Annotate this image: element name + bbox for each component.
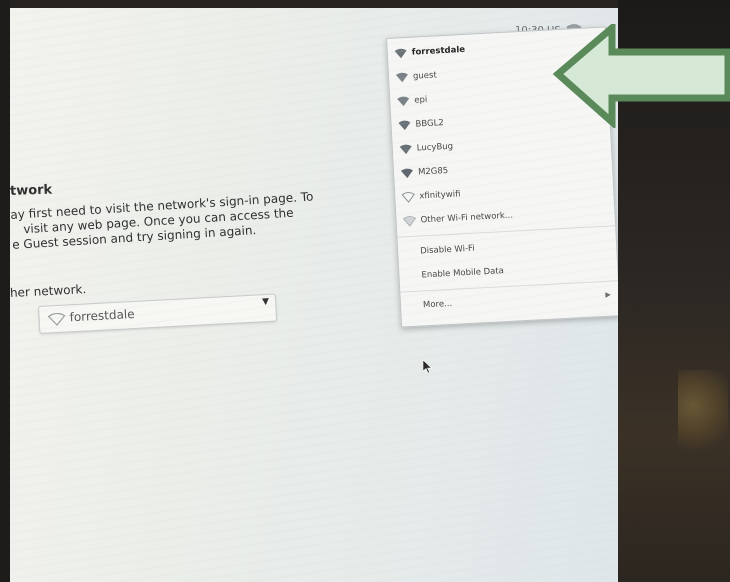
instructions-paragraph: ay first need to visit the network's sig… — [10, 188, 342, 253]
sign-in-page: twork ay first need to visit the network… — [10, 8, 410, 582]
wifi-signal-icon — [47, 312, 66, 326]
network-name: M2G85 — [417, 165, 449, 178]
network-select[interactable]: forrestdale ▼ — [38, 293, 278, 334]
network-name: xfinitywifi — [419, 189, 461, 202]
wifi-network-item[interactable]: epi — [396, 91, 428, 111]
screen: 10:30 US twork ay first need to visit th… — [10, 8, 618, 582]
wifi-signal-icon — [400, 168, 413, 178]
wifi-network-item[interactable]: guest — [395, 66, 438, 86]
mouse-pointer-icon — [423, 360, 433, 374]
wifi-network-item[interactable]: BBGL2 — [397, 114, 444, 134]
wifi-signal-icon — [399, 144, 412, 154]
enable-mobile-data-item[interactable]: Enable Mobile Data — [421, 262, 504, 284]
network-name: LucyBug — [416, 141, 454, 154]
green-arrow-left-icon — [552, 24, 730, 128]
wifi-signal-icon — [398, 120, 411, 130]
chevron-right-icon: ▶ — [605, 290, 611, 299]
wifi-network-item[interactable]: LucyBug — [398, 138, 453, 159]
wifi-network-item[interactable]: M2G85 — [400, 162, 449, 182]
monitor-bezel-left — [0, 0, 10, 582]
wifi-signal-icon — [394, 48, 407, 58]
disable-wifi-label: Disable Wi-Fi — [419, 243, 475, 257]
enable-mobile-data-label: Enable Mobile Data — [421, 266, 505, 281]
wifi-signal-icon — [402, 215, 417, 227]
chevron-down-icon[interactable]: ▼ — [262, 297, 269, 307]
other-wifi-network-item[interactable]: Other Wi-Fi network... — [402, 207, 513, 231]
other-network-label: her network. — [10, 282, 87, 300]
network-name: epi — [414, 94, 428, 106]
wifi-signal-icon — [395, 72, 408, 82]
network-name: BBGL2 — [415, 118, 445, 130]
more-item[interactable]: More... — [423, 295, 453, 315]
wifi-network-item[interactable]: xfinitywifi — [401, 185, 461, 206]
page-heading: twork — [10, 182, 53, 199]
wifi-signal-icon — [401, 191, 415, 203]
network-name: forrestdale — [411, 44, 466, 58]
disable-wifi-item[interactable]: Disable Wi-Fi — [420, 240, 475, 261]
wifi-network-item[interactable]: forrestdale — [393, 41, 465, 63]
more-label: More... — [422, 298, 453, 311]
network-name: guest — [412, 70, 438, 82]
network-select-value: forrestdale — [69, 306, 135, 325]
other-network-label: Other Wi-Fi network... — [420, 210, 514, 226]
wifi-signal-icon — [397, 96, 410, 106]
